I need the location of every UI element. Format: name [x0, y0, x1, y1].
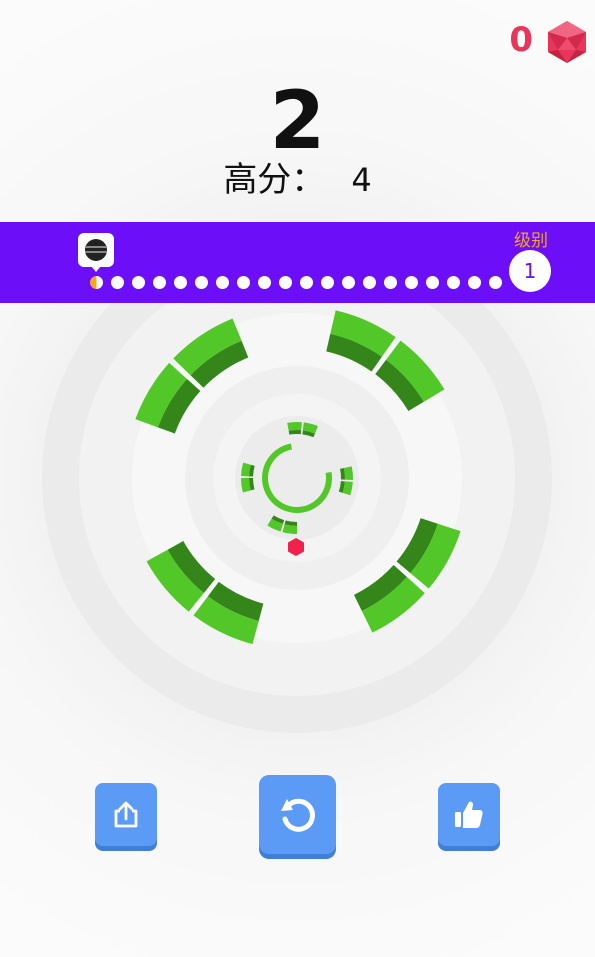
share-icon — [114, 801, 138, 827]
progress-dot — [111, 276, 124, 289]
gem-counter: 0 — [509, 20, 533, 60]
ring-segment — [288, 430, 302, 435]
tunnel-game-area[interactable] — [0, 303, 595, 763]
restart-icon — [280, 798, 315, 832]
ring-segment — [343, 466, 353, 480]
progress-dot — [195, 276, 208, 289]
progress-dot — [132, 276, 145, 289]
best-score-label: 高分： — [223, 160, 326, 200]
thumbs-up-icon — [455, 801, 483, 828]
progress-dots — [90, 276, 510, 290]
like-button[interactable] — [438, 783, 500, 846]
progress-dot — [363, 276, 376, 289]
best-score-value: 4 — [351, 161, 372, 199]
level-number-badge: 1 — [509, 250, 551, 292]
level-label: 级别 — [514, 231, 548, 251]
share-button[interactable] — [95, 783, 157, 846]
progress-dot — [258, 276, 271, 289]
progress-dot — [489, 276, 502, 289]
progress-dot — [237, 276, 250, 289]
gem-icon — [548, 21, 586, 63]
progress-dot — [426, 276, 439, 289]
restart-button[interactable] — [259, 775, 336, 854]
progress-dot — [153, 276, 166, 289]
progress-dot — [321, 276, 334, 289]
progress-dot — [216, 276, 229, 289]
progress-dot — [447, 276, 460, 289]
current-score: 2 — [269, 74, 326, 167]
progress-dot — [90, 276, 103, 289]
ring-segment — [287, 422, 302, 431]
progress-dot — [279, 276, 292, 289]
progress-dot — [384, 276, 397, 289]
progress-dot — [300, 276, 313, 289]
progress-dot — [468, 276, 481, 289]
player-position-marker — [78, 233, 114, 272]
progress-dot — [342, 276, 355, 289]
progress-dot — [174, 276, 187, 289]
progress-dot — [405, 276, 418, 289]
best-score: 高分： 4 — [0, 158, 595, 202]
ball-icon — [85, 239, 107, 261]
